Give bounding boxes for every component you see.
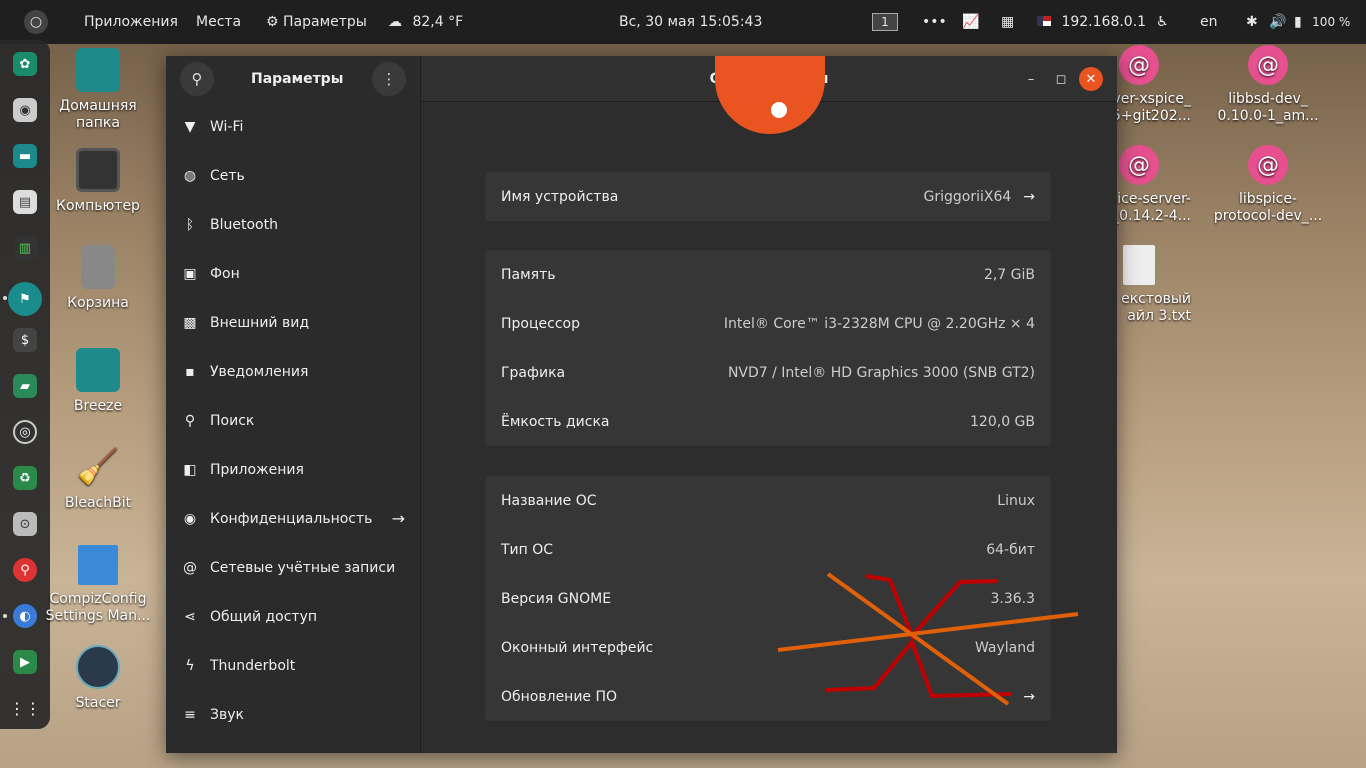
scribble-annotation	[777, 572, 1079, 706]
